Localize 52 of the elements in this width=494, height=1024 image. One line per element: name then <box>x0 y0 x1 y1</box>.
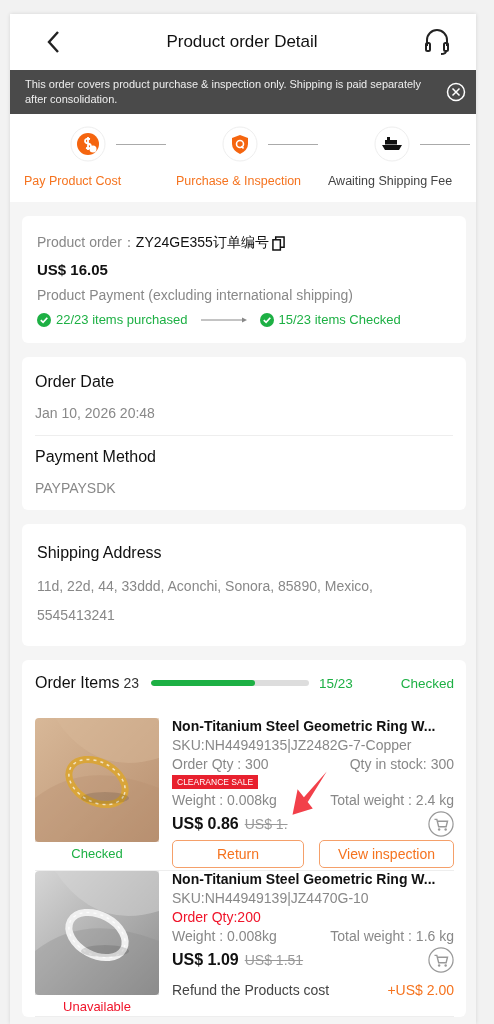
section-title: Order Items <box>35 674 120 692</box>
total-weight: Total weight : 2.4 kg <box>330 792 454 808</box>
checked-label: Checked <box>400 675 454 691</box>
page-title: Product order Detail <box>165 32 319 52</box>
item-price: US$ 0.86 <box>172 815 239 833</box>
checked-count: 15/23 <box>319 675 353 691</box>
unit-weight: Weight : 0.008kg <box>172 928 277 944</box>
refund-amount: +US$ 2.00 <box>387 982 454 998</box>
order-qty: Order Qty:200 <box>172 909 261 925</box>
item-count: 23 <box>123 675 140 691</box>
unit-weight: Weight : 0.008kg <box>172 792 277 808</box>
step-label: Pay Product Cost <box>23 174 123 188</box>
info-value: Jan 10, 2026 20:48 <box>35 405 156 421</box>
item-status: Unavailable <box>63 999 131 1014</box>
step-label: Purchase & Inspection <box>175 174 303 188</box>
back-icon[interactable] <box>46 30 60 54</box>
info-label: Payment Method <box>35 448 157 466</box>
product-name: Non-Titanium Steel Geometric Ring W... <box>172 871 437 887</box>
progress-text: 15/23 items Checked <box>278 312 401 327</box>
payment-note: Product Payment (excluding international shipping) <box>37 287 354 303</box>
original-price: US$ 1.51 <box>244 952 304 968</box>
check-circle-icon <box>259 312 274 327</box>
check-circle-icon <box>37 312 51 327</box>
sku-text: SKU:NH44949135|JZ2482G-7-Copper <box>172 737 413 753</box>
shipping-address: 11d, 22d, 44, 33ddd, Aconchi, Sonora, 85890, Mexico, 5545413241 <box>37 577 374 625</box>
action-button[interactable]: Return <box>172 840 304 868</box>
item-status: Checked <box>71 846 123 861</box>
order-amount: US$ 16.05 <box>37 261 109 278</box>
sku-text: SKU:NH44949139|JZ4470G-10 <box>172 890 370 906</box>
progress-text: 22/23 items purchased <box>56 312 188 327</box>
close-icon[interactable] <box>446 82 466 102</box>
original-price: US$ 1. <box>244 816 288 832</box>
action-button[interactable]: View inspection <box>319 840 454 868</box>
refund-label: Refund the Products cost <box>172 982 330 998</box>
step-label: Awaiting Shipping Fee <box>327 174 454 188</box>
arrow-icon <box>200 316 247 323</box>
item-price: US$ 1.09 <box>172 951 239 969</box>
headset-icon[interactable] <box>424 28 450 56</box>
order-label: Product order： <box>37 234 136 252</box>
copy-icon[interactable] <box>271 235 285 251</box>
notice-text: This order covers product purchase & inspection only. Shipping is paid separately after consolidation. <box>25 77 422 107</box>
stock-qty: Qty in stock: 300 <box>349 756 454 772</box>
cart-icon[interactable] <box>428 947 454 973</box>
order-number: ZY24GE355订单编号 <box>135 234 269 252</box>
shipping-title: Shipping Address <box>37 544 163 562</box>
cart-icon[interactable] <box>428 811 454 837</box>
order-qty: Order Qty : 300 <box>172 756 269 772</box>
sale-tag: CLEARANCE SALE <box>172 775 259 789</box>
total-weight: Total weight : 1.6 kg <box>330 928 454 944</box>
info-label: Order Date <box>35 373 116 391</box>
product-name: Non-Titanium Steel Geometric Ring W... <box>172 718 437 734</box>
info-value: PAYPAYSDK <box>35 480 117 496</box>
